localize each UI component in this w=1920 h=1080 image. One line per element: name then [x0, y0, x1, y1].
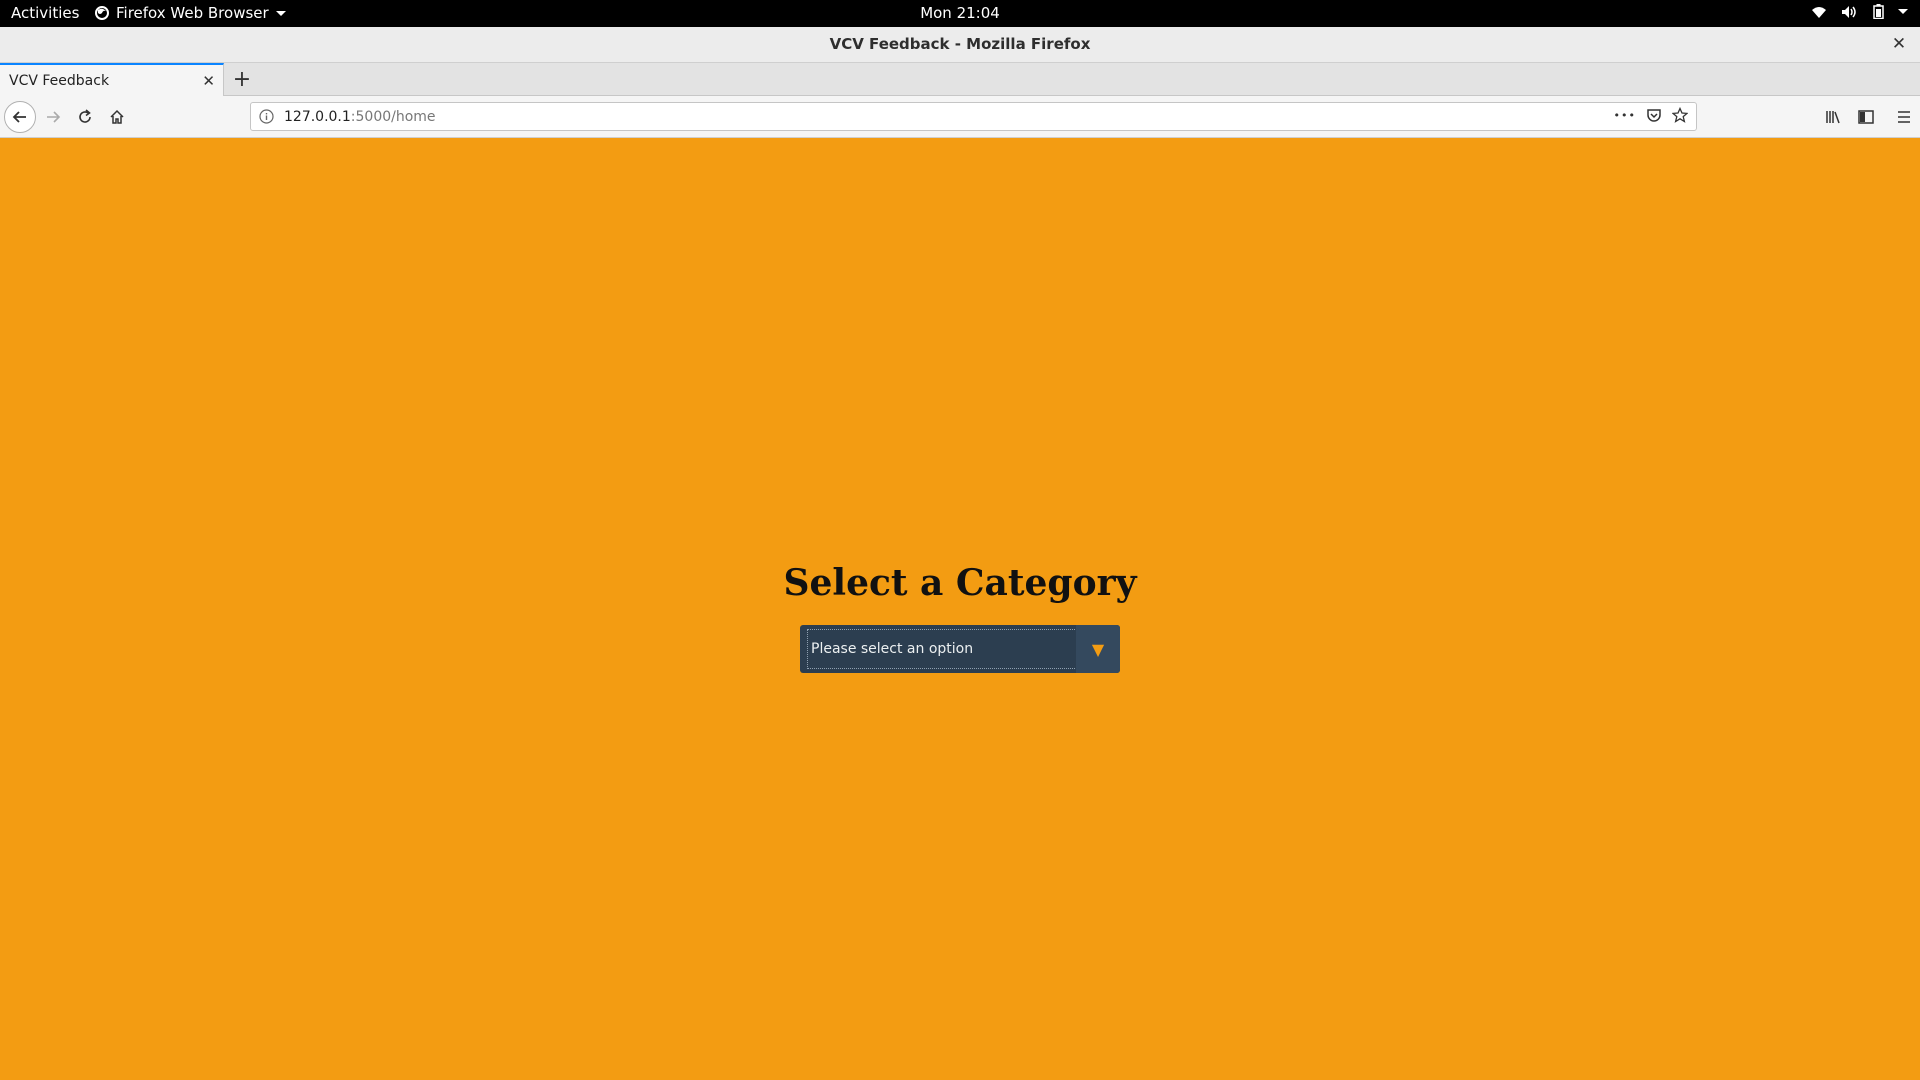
category-select[interactable]: Please select an option ▼: [800, 625, 1120, 673]
tab-vcv-feedback[interactable]: VCV Feedback ✕: [0, 63, 224, 96]
chevron-down-icon: [275, 10, 286, 16]
hamburger-menu-icon: [1898, 111, 1910, 123]
clock-container: Mon 21:04: [0, 4, 1920, 22]
clock[interactable]: Mon 21:04: [920, 4, 1000, 22]
home-button[interactable]: [101, 101, 133, 133]
window-close-button[interactable]: ✕: [1888, 33, 1910, 55]
firefox-icon: [95, 6, 109, 20]
volume-icon: [1842, 5, 1856, 18]
app-menu[interactable]: Firefox Web Browser: [95, 4, 286, 22]
app-menu-label: Firefox Web Browser: [116, 4, 269, 22]
tab-close-icon[interactable]: ✕: [202, 72, 215, 90]
system-top-bar: Activities Firefox Web Browser Mon 21:04: [0, 0, 1920, 27]
home-icon: [110, 109, 124, 124]
sidebar-icon: [1858, 110, 1874, 124]
category-select-value[interactable]: Please select an option: [807, 629, 1077, 669]
sidebar-button[interactable]: [1850, 101, 1882, 133]
window-title: VCV Feedback - Mozilla Firefox: [829, 35, 1091, 53]
page-title: Select a Category: [783, 562, 1137, 604]
reload-icon: [79, 109, 91, 123]
arrow-left-icon: [12, 111, 26, 123]
tab-strip: VCV Feedback ✕ +: [0, 63, 1920, 96]
back-button[interactable]: [4, 101, 36, 133]
library-icon: [1826, 111, 1840, 124]
new-tab-button[interactable]: +: [230, 66, 254, 92]
page-actions: •••: [1614, 107, 1688, 123]
page-actions-menu-icon[interactable]: •••: [1614, 109, 1636, 122]
battery-icon: [1873, 4, 1884, 19]
plus-icon: +: [232, 66, 252, 92]
page-content: Select a Category Please select an optio…: [0, 138, 1920, 1080]
toolbar-right: [1818, 101, 1920, 133]
forward-button[interactable]: [37, 101, 69, 133]
system-menu-chevron-icon: [1898, 9, 1908, 14]
close-icon: ✕: [1891, 34, 1907, 54]
url-host: 127.0.0.1: [284, 109, 351, 125]
navigation-toolbar: 127.0.0.1:5000/home •••: [0, 96, 1920, 138]
system-tray[interactable]: [1811, 4, 1908, 19]
tab-label: VCV Feedback: [9, 73, 110, 89]
reload-button[interactable]: [69, 101, 101, 133]
url-path: :5000/home: [350, 109, 436, 125]
url-text[interactable]: 127.0.0.1:5000/home: [284, 109, 436, 125]
url-bar[interactable]: 127.0.0.1:5000/home •••: [250, 102, 1697, 131]
pocket-icon[interactable]: [1646, 107, 1662, 123]
triangle-down-icon: ▼: [1091, 639, 1105, 659]
window-title-bar: VCV Feedback - Mozilla Firefox ✕: [0, 27, 1920, 63]
bookmark-star-icon[interactable]: [1672, 107, 1688, 123]
open-menu-button[interactable]: [1888, 101, 1920, 133]
activities-button[interactable]: Activities: [11, 4, 79, 22]
arrow-right-icon: [47, 111, 61, 123]
category-select-toggle[interactable]: ▼: [1076, 625, 1120, 673]
info-icon[interactable]: [259, 109, 274, 124]
wifi-icon: [1812, 6, 1826, 18]
library-button[interactable]: [1818, 101, 1850, 133]
